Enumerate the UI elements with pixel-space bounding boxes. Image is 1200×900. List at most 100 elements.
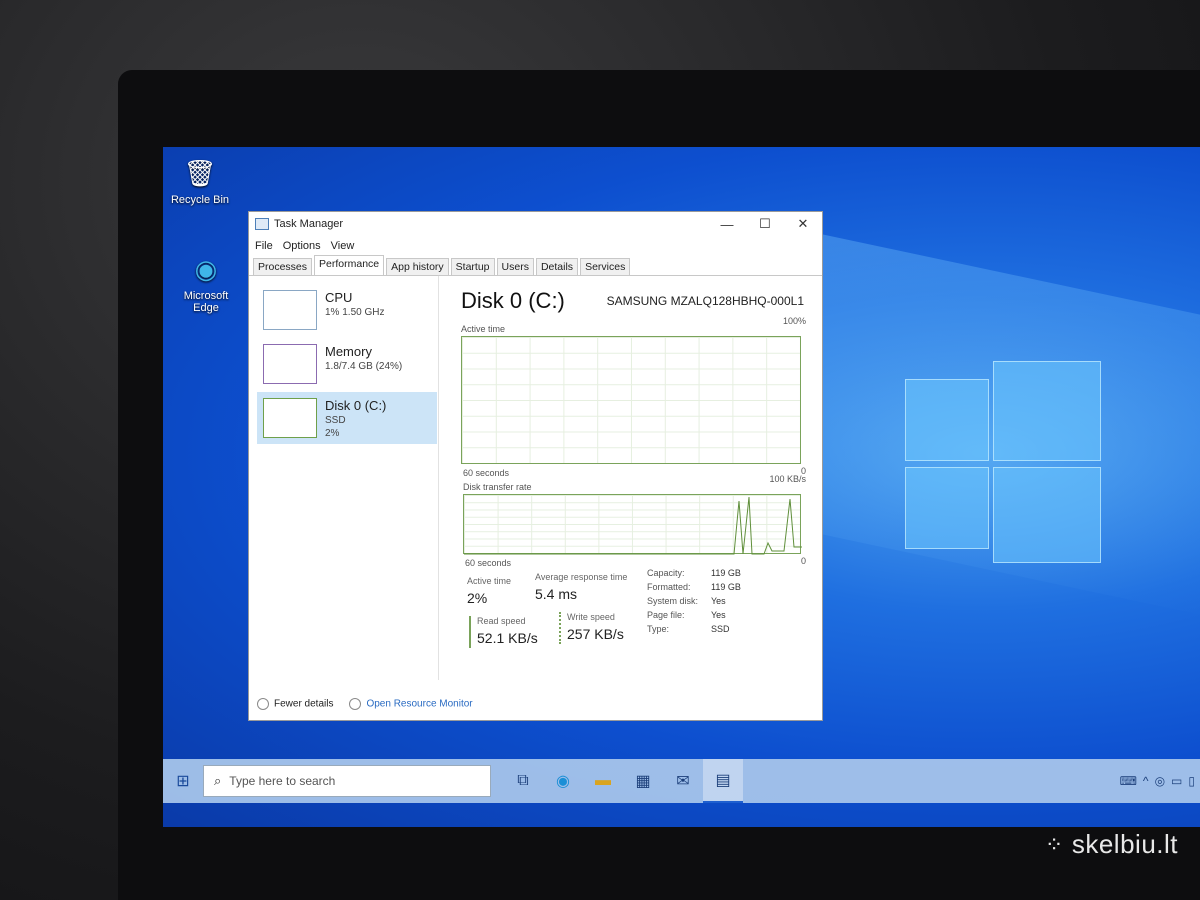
write-speed-value: 257 KB/s <box>567 626 624 642</box>
cpu-mini-graph <box>263 290 317 330</box>
menu-view[interactable]: View <box>331 240 355 252</box>
edge-icon[interactable]: ◉ <box>543 759 583 803</box>
maximize-button[interactable]: ☐ <box>746 212 784 236</box>
tab-details[interactable]: Details <box>535 258 579 275</box>
edge-icon: ◉ <box>194 253 218 284</box>
sidebar-item-disk[interactable]: Disk 0 (C:) SSD 2% <box>257 392 437 444</box>
fewer-details-button[interactable]: Fewer details <box>257 698 333 710</box>
property-key: Type: <box>647 624 670 634</box>
menu-file[interactable]: File <box>255 240 273 252</box>
search-icon: ⌕ <box>214 773 222 788</box>
start-button[interactable]: ⊞ <box>163 759 203 803</box>
tab-startup[interactable]: Startup <box>450 258 495 275</box>
tab-services[interactable]: Services <box>580 258 631 275</box>
disk-mini-graph <box>263 398 317 438</box>
search-placeholder: Type here to search <box>229 774 336 788</box>
graph1-label: Active time <box>461 324 506 334</box>
notification-icon[interactable]: ◎ <box>1155 774 1165 788</box>
sidebar-item-memory[interactable]: Memory 1.8/7.4 GB (24%) <box>257 338 437 390</box>
sidebar-item-usage: 2% <box>325 428 340 439</box>
tab-performance[interactable]: Performance <box>314 255 385 275</box>
avg-response-value: 5.4 ms <box>535 586 578 602</box>
sidebar-item-label: CPU <box>325 290 353 305</box>
graph2-max: 100 KB/s <box>769 474 806 484</box>
task-manager-icon <box>255 218 269 230</box>
sidebar-item-label: Memory <box>325 344 372 359</box>
desktop-screen: 🗑 Recycle Bin ◉ Microsoft Edge Task Mana… <box>163 147 1200 827</box>
graph2-min: 0 <box>800 556 806 566</box>
battery-icon[interactable]: ▯ <box>1188 774 1195 788</box>
sidebar-item-label: Disk 0 (C:) <box>325 398 387 413</box>
task-manager-icon[interactable]: ▤ <box>703 759 743 803</box>
task-manager-window[interactable]: Task Manager — ☐ ✕ File Options View Pro… <box>248 211 823 721</box>
title-bar[interactable]: Task Manager — ☐ ✕ <box>249 212 822 236</box>
keyboard-icon[interactable]: ⌨ <box>1120 774 1137 788</box>
recycle-bin-icon: 🗑 <box>183 157 217 188</box>
network-icon[interactable]: ▭ <box>1171 774 1182 788</box>
active-time-graph <box>461 336 801 464</box>
minimize-button[interactable]: — <box>708 212 746 236</box>
graph1-time: 60 seconds <box>463 468 510 478</box>
windows-logo-pane <box>993 467 1101 563</box>
sidebar-item-cpu[interactable]: CPU 1% 1.50 GHz <box>257 284 437 336</box>
watermark-text: skelbiu.lt <box>1071 829 1178 859</box>
tab-app-history[interactable]: App history <box>386 258 449 275</box>
property-row: System disk: Yes <box>647 596 741 610</box>
write-speed-label: Write speed <box>567 612 615 622</box>
resource-sidebar: CPU 1% 1.50 GHz Memory 1.8/7.4 GB (24%) <box>249 276 439 680</box>
transfer-rate-trace <box>464 496 802 555</box>
avg-response-label: Average response time <box>535 572 628 582</box>
skelbiu-logo-icon: ⁘ <box>1044 831 1064 857</box>
property-value: SSD <box>711 624 730 634</box>
property-row: Formatted: 119 GB <box>647 582 741 596</box>
property-key: Page file: <box>647 610 685 620</box>
desktop-icon-label: Microsoft Edge <box>183 290 229 314</box>
store-icon[interactable]: ▦ <box>623 759 663 803</box>
graph2-label: Disk transfer rate <box>463 482 532 492</box>
task-view-icon[interactable]: ⧉ <box>503 759 543 803</box>
windows-logo-pane <box>905 379 989 461</box>
resource-monitor-label: Open Resource Monitor <box>366 698 473 710</box>
tab-strip: Processes Performance App history Startu… <box>249 255 822 276</box>
watermark: ⁘ skelbiu.lt <box>1045 829 1178 860</box>
window-title: Task Manager <box>274 218 344 230</box>
property-value: 119 GB <box>711 582 741 592</box>
mail-icon[interactable]: ✉ <box>663 759 703 803</box>
sidebar-item-sub: 1.8/7.4 GB (24%) <box>325 361 403 372</box>
chevron-up-icon[interactable]: ^ <box>1143 774 1149 788</box>
file-explorer-icon[interactable]: ▬ <box>583 759 623 803</box>
disk-title: Disk 0 (C:) <box>461 288 565 313</box>
performance-panel: CPU 1% 1.50 GHz Memory 1.8/7.4 GB (24%) <box>249 276 822 720</box>
system-tray: ⌨ ^ ◎ ▭ ▯ ♪ <box>1120 759 1200 803</box>
property-row: Page file: Yes <box>647 610 741 624</box>
open-resource-monitor-link[interactable]: Open Resource Monitor <box>349 698 473 710</box>
property-row: Type: SSD <box>647 624 741 638</box>
property-value: 119 GB <box>711 568 741 578</box>
taskbar-search[interactable]: ⌕ Type here to search <box>203 765 491 797</box>
windows-logo-pane <box>993 361 1101 461</box>
property-key: Formatted: <box>647 582 691 592</box>
property-value: Yes <box>711 610 726 620</box>
memory-mini-graph <box>263 344 317 384</box>
disk-properties: Capacity: 119 GB Formatted: 119 GB System … <box>647 568 741 638</box>
sidebar-item-sub: 1% 1.50 GHz <box>325 307 385 318</box>
disk-model: SAMSUNG MZALQ128HBHQ-000L1 <box>606 294 804 308</box>
footer-bar: Fewer details Open Resource Monitor <box>257 698 473 710</box>
active-time-label: Active time <box>467 576 512 586</box>
read-speed-value: 52.1 KB/s <box>477 630 538 646</box>
tab-processes[interactable]: Processes <box>253 258 313 275</box>
graph1-max: 100% <box>782 316 806 326</box>
close-button[interactable]: ✕ <box>784 212 822 236</box>
windows-logo-pane <box>905 467 989 549</box>
tab-users[interactable]: Users <box>496 258 534 275</box>
write-speed-divider <box>559 612 561 644</box>
fewer-details-label: Fewer details <box>274 698 334 710</box>
property-value: Yes <box>711 596 726 606</box>
desktop-icon-edge[interactable]: ◉ Microsoft Edge <box>171 251 241 315</box>
photo-background: 🗑 Recycle Bin ◉ Microsoft Edge Task Mana… <box>0 0 1200 900</box>
desktop-icon-recycle-bin[interactable]: 🗑 Recycle Bin <box>165 155 235 207</box>
resource-monitor-icon <box>349 698 362 710</box>
menu-options[interactable]: Options <box>283 240 321 252</box>
active-time-value: 2% <box>467 590 488 606</box>
menu-bar: File Options View <box>249 236 822 256</box>
